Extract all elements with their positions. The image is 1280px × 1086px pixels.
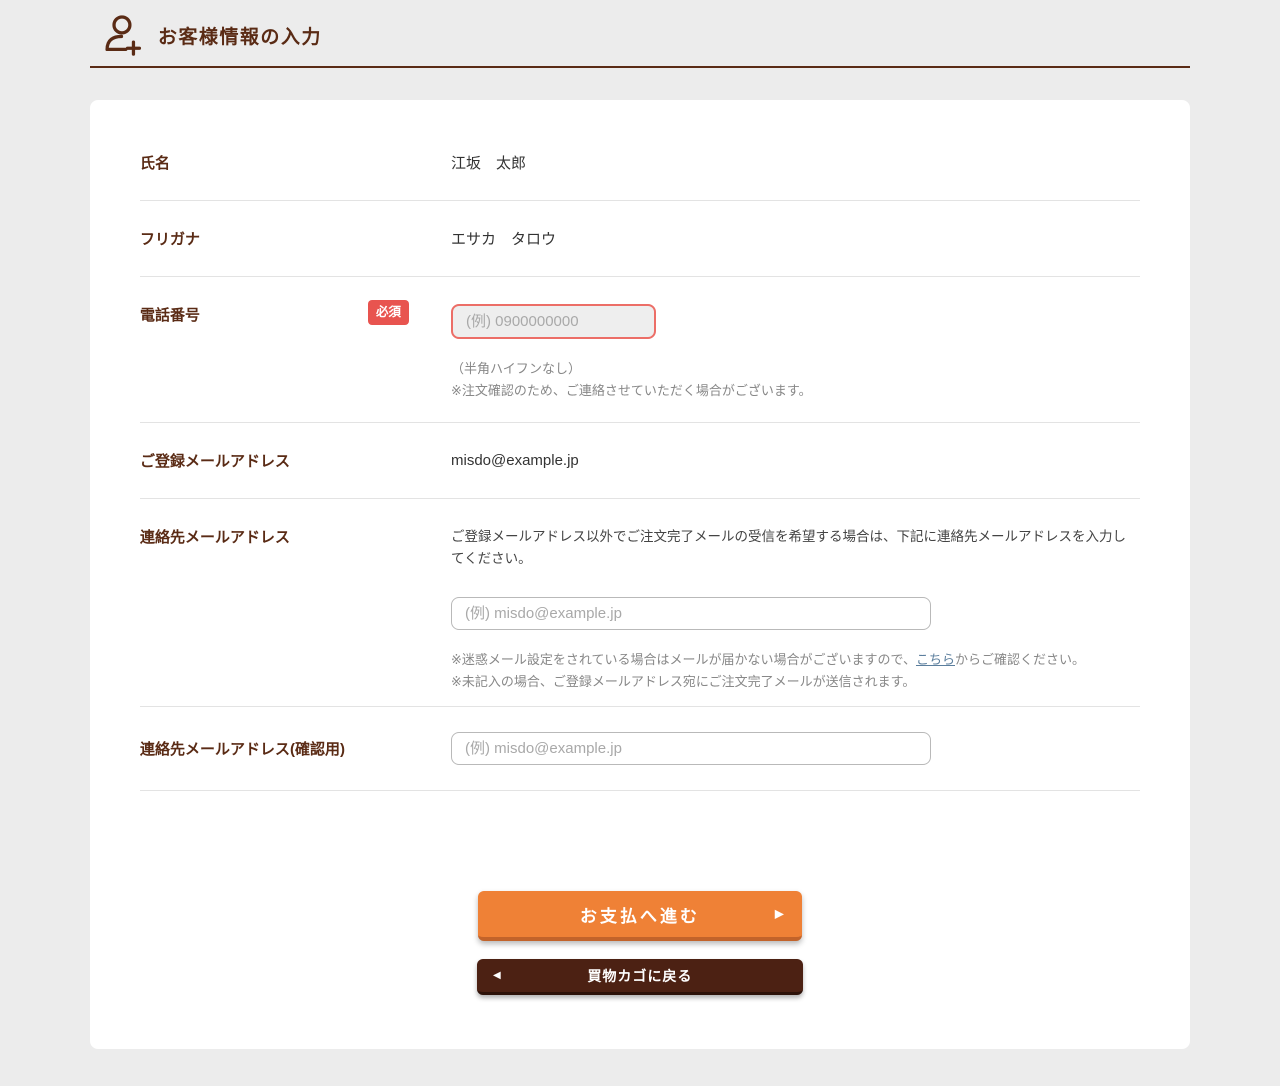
contact-email-note-default: ※未記入の場合、ご登録メールアドレス宛にご注文完了メールが送信されます。 — [451, 671, 1139, 693]
row-furigana: フリガナ エサカ タロウ — [140, 201, 1140, 277]
name-value: 江坂 太郎 — [451, 152, 526, 173]
here-link[interactable]: こちら — [916, 652, 955, 667]
registered-email-label: ご登録メールアドレス — [140, 450, 290, 471]
page-header: お客様情報の入力 — [90, 0, 1190, 68]
contact-email-description: ご登録メールアドレス以外でご注文完了メールの受信を希望する場合は、下記に連絡先メ… — [451, 526, 1139, 570]
right-arrow-icon: ▶ — [775, 906, 784, 920]
proceed-to-payment-button[interactable]: お支払へ進む ▶ — [478, 891, 802, 941]
contact-email-confirm-label: 連絡先メールアドレス(確認用) — [140, 738, 345, 759]
left-arrow-icon: ◀ — [493, 969, 501, 980]
back-to-cart-button[interactable]: ◀ 買物カゴに戻る — [477, 959, 803, 995]
person-plus-icon — [98, 12, 144, 58]
row-registered-email: ご登録メールアドレス misdo@example.jp — [140, 423, 1140, 499]
contact-email-label: 連絡先メールアドレス — [140, 526, 290, 547]
furigana-value: エサカ タロウ — [451, 228, 556, 249]
row-contact-email: 連絡先メールアドレス ご登録メールアドレス以外でご注文完了メールの受信を希望する… — [140, 499, 1140, 707]
registered-email-value: misdo@example.jp — [451, 452, 579, 469]
name-label: 氏名 — [140, 152, 170, 173]
row-name: 氏名 江坂 太郎 — [140, 125, 1140, 201]
spam-note-post: からご確認ください。 — [955, 652, 1085, 667]
page-title: お客様情報の入力 — [158, 22, 322, 49]
spam-note-pre: ※迷惑メール設定をされている場合はメールが届かない場合がございますので、 — [451, 652, 916, 667]
row-contact-email-confirm: 連絡先メールアドレス(確認用) — [140, 707, 1140, 791]
proceed-to-payment-label: お支払へ進む — [580, 907, 700, 926]
form-actions: お支払へ進む ▶ ◀ 買物カゴに戻る — [140, 891, 1140, 995]
phone-note-format: （半角ハイフンなし） — [451, 358, 812, 380]
phone-note-contact: ※注文確認のため、ご連絡させていただく場合がございます。 — [451, 380, 812, 402]
contact-email-input[interactable] — [451, 597, 931, 630]
contact-email-confirm-input[interactable] — [451, 732, 931, 765]
phone-label: 電話番号 — [140, 304, 200, 325]
required-badge: 必須 — [368, 300, 409, 325]
phone-input[interactable] — [451, 304, 656, 339]
customer-info-card: 氏名 江坂 太郎 フリガナ エサカ タロウ 電話番号 必須 （半角ハイフンなし）… — [90, 100, 1190, 1049]
furigana-label: フリガナ — [140, 228, 200, 249]
back-to-cart-label: 買物カゴに戻る — [588, 968, 693, 984]
row-phone: 電話番号 必須 （半角ハイフンなし） ※注文確認のため、ご連絡させていただく場合… — [140, 277, 1140, 423]
contact-email-note-spam: ※迷惑メール設定をされている場合はメールが届かない場合がございますので、こちらか… — [451, 649, 1139, 671]
